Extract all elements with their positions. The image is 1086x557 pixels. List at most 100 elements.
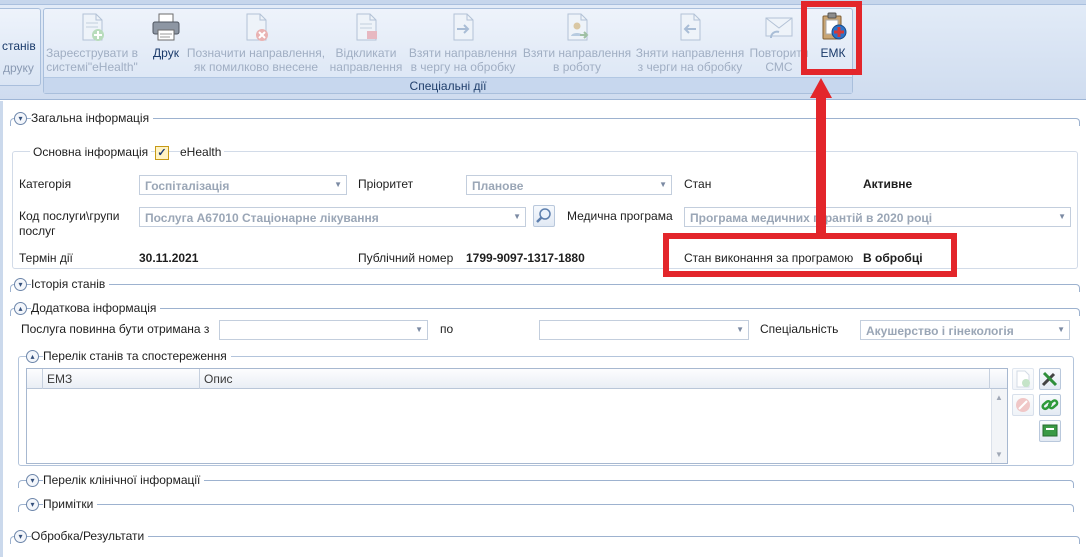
service-combo[interactable]: Послуга А67010 Стаціонарне лікування ▼: [139, 207, 526, 227]
magnifier-icon: [536, 208, 551, 223]
program-value: Програма медичних гарантій в 2020 році: [690, 211, 933, 225]
document-person-icon: [567, 13, 589, 41]
ribbon-group-left: станів друку: [0, 8, 41, 86]
collapse-chevron-icon[interactable]: ▾: [14, 529, 27, 543]
chevron-down-icon: ▼: [736, 325, 744, 334]
processing-section-header[interactable]: ▾ Обробка/Результати: [14, 527, 149, 545]
program-combo[interactable]: Програма медичних гарантій в 2020 році ▼: [684, 207, 1071, 227]
grid-scrollbar[interactable]: ▲ ▼: [991, 389, 1007, 463]
column-emz[interactable]: ЕМЗ: [47, 372, 72, 386]
expand-chevron-icon[interactable]: ▴: [26, 349, 39, 363]
history-section-title: Історія станів: [31, 277, 110, 291]
clinical-section-header[interactable]: ▾ Перелік клінічної інформації: [26, 471, 205, 489]
to-date-input[interactable]: ▼: [539, 320, 749, 340]
specialty-combo[interactable]: Акушерство і гінекологія ▼: [860, 320, 1070, 340]
ribbon-top-strip: [0, 0, 1086, 5]
public-number-label: Публічний номер: [358, 251, 454, 265]
general-section-border: [10, 118, 1080, 126]
recall-label-1: Відкликати: [335, 46, 397, 60]
document-recall-icon: [356, 13, 377, 41]
flag-icon: [1042, 424, 1058, 437]
priority-label: Пріоритет: [358, 177, 414, 191]
tools-icon: [1041, 371, 1058, 387]
collapse-chevron-icon[interactable]: ▾: [26, 473, 39, 487]
term-value: 30.11.2021: [139, 251, 199, 265]
scroll-up-icon[interactable]: ▲: [995, 393, 1003, 402]
document-cancel-icon: [246, 13, 268, 41]
print-label: Друк: [153, 46, 179, 60]
delete-row-button[interactable]: [1012, 394, 1034, 416]
scroll-down-icon[interactable]: ▼: [995, 450, 1003, 459]
additional-section-header[interactable]: ▴ Додаткова інформація: [14, 299, 161, 317]
ribbon-group-special-actions: Зареєструвати в системі"eHealth" Друк По…: [43, 8, 853, 94]
mark-error-button[interactable]: Позначити направлення, як помилково внес…: [186, 11, 326, 79]
chevron-down-icon: ▼: [334, 180, 342, 189]
highlight-arrow-shaft: [816, 95, 826, 235]
state-label: Стан: [684, 177, 712, 191]
register-label-1: Зареєструвати в: [46, 46, 138, 60]
specialty-value: Акушерство і гінекологія: [866, 324, 1014, 338]
category-combo[interactable]: Госпіталізація ▼: [139, 175, 347, 195]
take-work-button[interactable]: Взяти направлення в роботу: [521, 11, 633, 79]
grid-header: ЕМЗ Опис: [27, 369, 1007, 389]
recall-label-2: направлення: [329, 60, 403, 74]
general-section-header[interactable]: ▾ Загальна інформація: [14, 109, 154, 127]
left-group-label-1[interactable]: станів: [2, 39, 36, 53]
print-button[interactable]: Друк: [148, 11, 184, 79]
states-list-title: Перелік станів та спостереження: [43, 349, 231, 363]
document-add-icon: [1016, 370, 1030, 388]
remove-queue-label-2: з черги на обробку: [637, 60, 743, 74]
state-value: Активне: [863, 177, 913, 191]
priority-value: Планове: [472, 179, 524, 193]
general-section-title: Загальна інформація: [31, 111, 154, 125]
printer-icon: [152, 13, 180, 41]
mark-error-label-2: як помилково внесене: [193, 60, 319, 74]
emk-highlight-box: [801, 1, 862, 75]
remove-queue-label-1: Зняти направлення: [635, 46, 745, 60]
service-label: Код послуги\групи: [19, 209, 120, 223]
chevron-down-icon: ▼: [415, 325, 423, 334]
remove-queue-button[interactable]: Зняти направлення з черги на обробку: [634, 11, 746, 79]
document-arrow-left-icon: [680, 13, 701, 41]
ehealth-label: eHealth: [180, 145, 225, 159]
link-button[interactable]: [1039, 394, 1061, 416]
envelope-icon: [765, 17, 793, 39]
register-ehealth-button[interactable]: Зареєструвати в системі"eHealth": [38, 11, 146, 79]
grid-separator: [989, 369, 990, 389]
additional-section-title: Додаткова інформація: [31, 301, 161, 315]
service-search-button[interactable]: [533, 205, 555, 227]
chevron-down-icon: ▼: [513, 212, 521, 221]
group-caption: Спеціальні дії: [44, 77, 852, 93]
collapse-chevron-icon[interactable]: ▾: [14, 277, 27, 291]
states-grid[interactable]: ЕМЗ Опис ▲ ▼: [26, 368, 1008, 464]
states-list-header[interactable]: ▴ Перелік станів та спостереження: [26, 347, 231, 365]
public-number-value: 1799-9097-1317-1880: [466, 251, 585, 265]
add-row-button[interactable]: [1012, 368, 1034, 390]
processing-section-border: [10, 536, 1080, 544]
ehealth-checkbox[interactable]: ✓: [155, 146, 169, 160]
notes-section-header[interactable]: ▾ Примітки: [26, 495, 98, 513]
from-date-input[interactable]: ▼: [219, 320, 428, 340]
notes-section-border: [18, 504, 1074, 512]
collapse-chevron-icon[interactable]: ▾: [14, 111, 27, 125]
priority-combo[interactable]: Планове ▼: [466, 175, 672, 195]
notes-section-title: Примітки: [43, 497, 98, 511]
cancel-circle-icon: [1016, 398, 1030, 412]
to-date-label: по: [440, 322, 454, 336]
expand-chevron-icon[interactable]: ▴: [14, 301, 27, 315]
document-arrow-right-icon: [453, 13, 474, 41]
clinical-section-title: Перелік клінічної інформації: [43, 473, 205, 487]
grid-separator: [199, 369, 200, 389]
column-description[interactable]: Опис: [204, 372, 233, 386]
collapse-chevron-icon[interactable]: ▾: [26, 497, 39, 511]
category-value: Госпіталізація: [145, 179, 230, 193]
take-work-label-1: Взяти направлення: [522, 46, 632, 60]
history-section-header[interactable]: ▾ Історія станів: [14, 275, 110, 293]
edit-tools-button[interactable]: [1039, 368, 1061, 390]
take-work-label-2: в роботу: [553, 60, 601, 74]
recall-button[interactable]: Відкликати направлення: [329, 11, 403, 79]
exec-state-highlight-box: [663, 233, 957, 277]
left-group-label-2: друку: [3, 61, 34, 75]
flag-button[interactable]: [1039, 420, 1061, 442]
take-queue-button[interactable]: Взяти направлення в чергу на обробку: [407, 11, 519, 79]
